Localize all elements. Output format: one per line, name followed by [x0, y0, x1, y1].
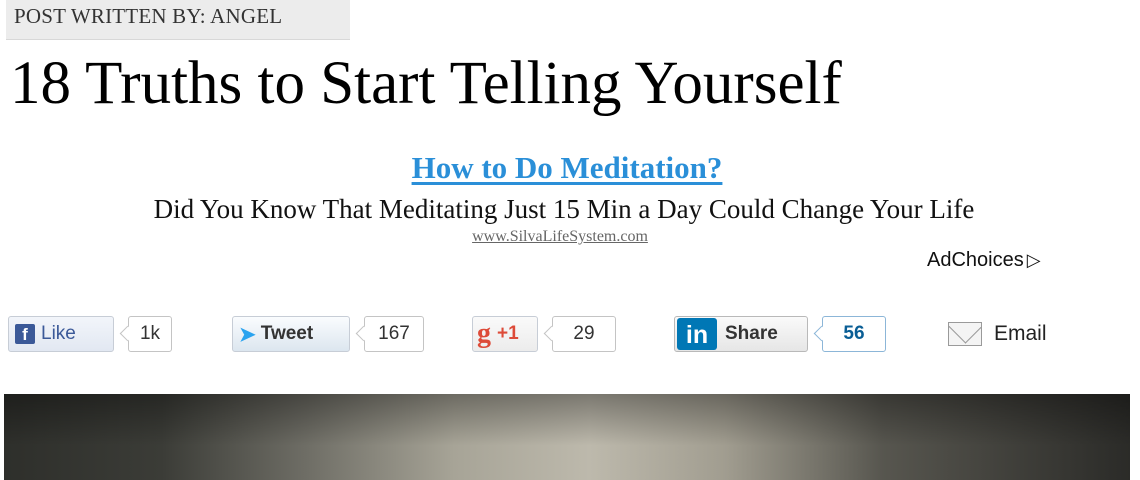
tweet-button[interactable]: ➤ Tweet — [232, 316, 350, 352]
ad-headline-link[interactable]: How to Do Meditation? — [412, 148, 723, 188]
twitter-bird-icon: ➤ — [239, 323, 256, 346]
ad-unit: How to Do Meditation? Did You Know That … — [0, 148, 1140, 245]
email-share-button[interactable]: Email — [948, 316, 1047, 352]
email-label: Email — [994, 322, 1047, 345]
linkedin-share-count: 56 — [822, 316, 886, 352]
google-plus-icon: g — [477, 318, 491, 349]
facebook-icon: f — [15, 324, 35, 344]
ad-url-link[interactable]: www.SilvaLifeSystem.com — [0, 228, 1130, 246]
tweet-count: 167 — [364, 316, 424, 352]
google-plus-count: 29 — [552, 316, 616, 352]
article-hero-image — [4, 394, 1130, 480]
google-plus-one-button[interactable]: g +1 — [472, 316, 538, 352]
tweet-label: Tweet — [260, 323, 314, 344]
adchoices-link[interactable]: AdChoices ▷ — [927, 249, 1041, 272]
google-plus-label: +1 — [497, 323, 519, 344]
ad-body-text: Did You Know That Meditating Just 15 Min… — [153, 194, 975, 224]
article-title: 18 Truths to Start Telling Yourself — [10, 50, 842, 117]
linkedin-share-label: Share — [725, 323, 778, 344]
envelope-icon — [948, 322, 982, 346]
adchoices-label: AdChoices — [927, 249, 1024, 271]
facebook-like-count: 1k — [128, 316, 172, 352]
linkedin-icon: in — [677, 318, 717, 350]
adchoices-icon: ▷ — [1026, 250, 1041, 270]
linkedin-share-button[interactable]: in Share — [674, 316, 808, 352]
post-byline: POST WRITTEN BY: ANGEL — [6, 0, 350, 40]
facebook-like-label: Like — [41, 323, 76, 344]
facebook-like-button[interactable]: f Like — [8, 316, 114, 352]
